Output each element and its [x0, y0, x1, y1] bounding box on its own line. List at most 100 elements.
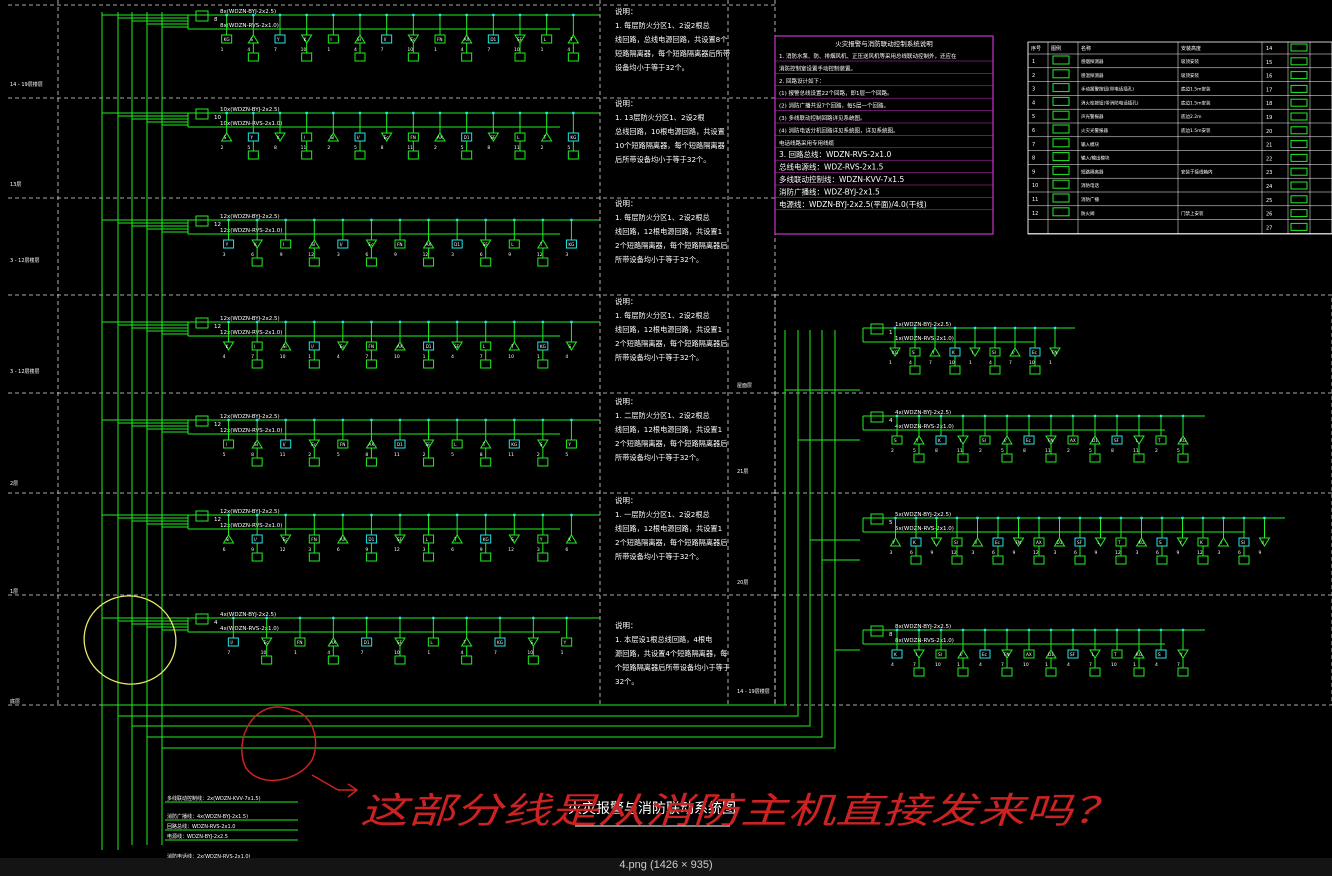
device-number: 7: [1009, 360, 1012, 366]
device-tag: AX: [368, 442, 374, 447]
device-number: 7: [480, 354, 483, 360]
device-number: 1: [308, 354, 311, 360]
legend-name: 消防广播: [1081, 196, 1099, 203]
bus-node: [455, 218, 459, 222]
spec-line: 电源线：WDZN-BYJ-2x2.5(平面)/4.0(干线): [779, 199, 927, 209]
device-number: 4: [1067, 662, 1070, 668]
bus-node: [427, 320, 430, 324]
bus-node: [312, 513, 316, 517]
floor-label: 1层: [10, 589, 18, 595]
bus-node: [1201, 516, 1205, 520]
bus-node: [1027, 628, 1031, 632]
bottom-cable-label: 多线联动控制线：2x(WDZN-KVV-7x1.5): [167, 795, 261, 802]
device-number: 3: [337, 252, 340, 258]
device-number: 10: [394, 354, 400, 360]
legend-num: 5: [1032, 114, 1035, 120]
bus-node: [385, 13, 389, 17]
device-number: 5: [1177, 448, 1180, 454]
note-line: 线回路，12根电源回路，共设置1: [615, 325, 722, 334]
device-tag: KG: [224, 37, 230, 42]
spec-line: (1) 报警总线设置22个回路，即1层一个回路。: [779, 89, 893, 97]
device-tag: S: [568, 344, 571, 349]
bus-node: [484, 513, 488, 517]
bus-node: [251, 13, 255, 17]
device-number: 11: [1133, 448, 1139, 454]
bus-node: [331, 616, 335, 620]
device-tag: SF: [454, 344, 460, 349]
bus-node: [484, 418, 488, 422]
bus-node: [231, 616, 235, 620]
bottom-cable-label: 消防广播线：4x(WDZN-BYJ-2x1.5): [167, 813, 248, 820]
device-number: 6: [565, 547, 568, 553]
device-number: 1: [969, 360, 972, 366]
bus-node: [251, 111, 255, 115]
device-number: 3: [1218, 550, 1221, 556]
device-number: 8: [251, 452, 254, 458]
bus-node: [284, 513, 288, 517]
device-number: 12: [280, 547, 286, 553]
bus-node: [953, 326, 957, 330]
device-tag: K: [938, 438, 941, 443]
junction-count: 12: [214, 222, 221, 228]
legend-name: 输入/输出模块: [1081, 155, 1110, 162]
cable-label-signal: 5x(WDZN-RVS-2x1.0): [895, 526, 954, 532]
bus-node: [227, 320, 230, 324]
device-number: 5: [354, 145, 357, 151]
device-tag: FN: [311, 537, 317, 542]
device-tag: Y: [915, 438, 919, 443]
device-tag: S: [894, 438, 897, 443]
device-tag: AX: [1026, 652, 1032, 657]
junction-count: 1: [889, 330, 893, 336]
device-number: 7: [381, 47, 384, 53]
spec-line: (3) 多线联动控制回路详见系统图。: [779, 114, 866, 122]
cable-label-signal: 12x(WDZN-RVS-2x1.0): [220, 228, 282, 234]
legend-header: 安装高度: [1181, 45, 1201, 52]
device-tag: Ec: [340, 344, 346, 349]
bus-node: [465, 13, 469, 17]
device-number: 12: [394, 547, 400, 553]
legend-num: 9: [1032, 169, 1035, 175]
junction-count: 4: [214, 620, 218, 626]
junction-count: 10: [214, 115, 221, 121]
bus-node: [265, 616, 269, 620]
device-tag: I: [304, 135, 305, 140]
device-number: 6: [1156, 550, 1159, 556]
device-number: 10: [1023, 662, 1029, 668]
device-tag: K: [1200, 540, 1203, 545]
device-tag: FN: [297, 640, 303, 645]
note-line: 总线回路，10根电源回路，共设置: [615, 127, 725, 136]
right-floor-label: 屋面层: [737, 383, 752, 389]
device-tag: AX: [397, 344, 403, 349]
device-tag: K: [894, 652, 897, 657]
device-number: 2: [1067, 448, 1070, 454]
legend-num: 8: [1032, 156, 1035, 162]
bus-node: [895, 628, 899, 632]
device-tag: K: [304, 37, 307, 42]
bus-node: [1137, 414, 1141, 418]
bus-node: [541, 418, 545, 422]
bus-node: [370, 418, 373, 422]
device-tag: D1: [426, 344, 432, 349]
annotation-text: 这部分线是从消防主机直接发来吗？: [360, 791, 1120, 832]
bus-node: [913, 326, 917, 330]
device-tag: Ec: [410, 37, 416, 42]
bus-node: [284, 320, 288, 324]
bus-node: [455, 418, 459, 422]
bus-node: [455, 320, 459, 324]
device-tag: Ec: [1026, 438, 1032, 443]
device-tag: I: [972, 350, 973, 355]
note-line: 2个短路隔离器，每个短路隔离器后: [615, 241, 727, 250]
device-tag: Ec: [1032, 350, 1038, 355]
device-tag: D1: [454, 242, 460, 247]
legend-num: 10: [1032, 183, 1038, 189]
bus-node: [1078, 516, 1082, 520]
device-number: 7: [929, 360, 932, 366]
device-number: 10: [1029, 360, 1035, 366]
device-tag: AX: [330, 640, 336, 645]
legend-height: 门禁上安装: [1181, 210, 1204, 217]
device-tag: KG: [1136, 652, 1142, 657]
device-number: 6: [451, 547, 454, 553]
legend-name: 感温探测器: [1081, 72, 1104, 79]
device-tag: Y: [892, 540, 896, 545]
device-number: 9: [1013, 550, 1016, 556]
